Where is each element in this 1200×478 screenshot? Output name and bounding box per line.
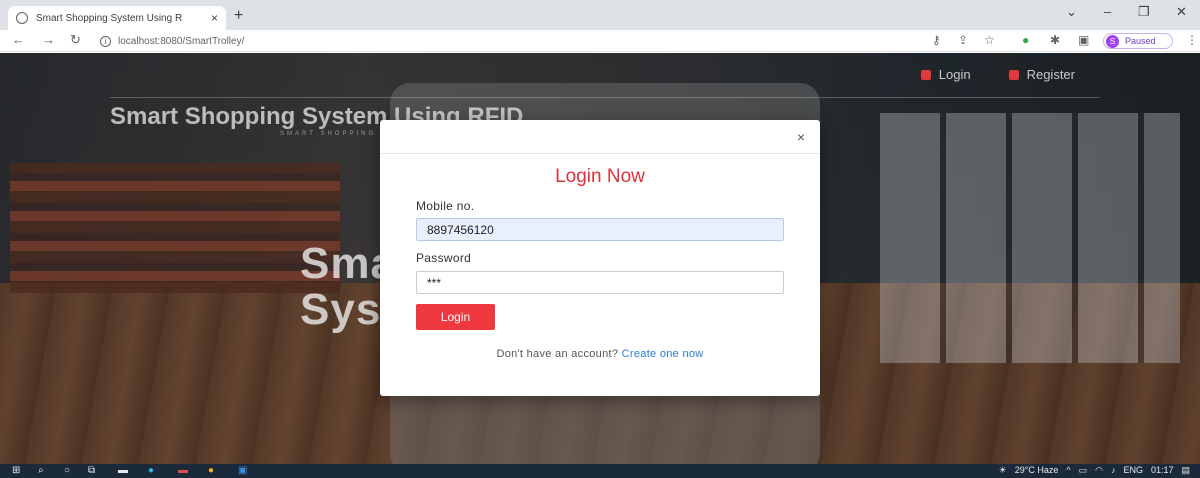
- modal-title: Login Now: [555, 166, 645, 187]
- search-icon[interactable]: ⌕: [38, 465, 44, 476]
- forward-arrow-icon[interactable]: →: [42, 32, 55, 47]
- login-modal: × Login Now Mobile no. Password Login Do…: [380, 120, 820, 396]
- edge-icon[interactable]: ●: [148, 465, 154, 476]
- profile-button[interactable]: S Paused: [1103, 33, 1173, 49]
- battery-icon[interactable]: ▭: [1079, 465, 1088, 476]
- password-input[interactable]: [416, 271, 784, 294]
- weather-text[interactable]: 29°C Haze: [1015, 465, 1059, 476]
- chrome-icon[interactable]: ●: [208, 465, 214, 476]
- store-fridge-image: [880, 113, 1180, 363]
- user-icon: [920, 69, 931, 80]
- nav-register-label: Register: [1026, 67, 1075, 82]
- signup-prompt-text: Don't have an account?: [496, 348, 619, 360]
- close-window-button[interactable]: ✕: [1176, 4, 1187, 20]
- tray-chevron-icon[interactable]: ^: [1066, 465, 1070, 476]
- modal-header: ×: [380, 120, 820, 154]
- nav-login-link[interactable]: Login: [920, 67, 971, 82]
- new-tab-button[interactable]: +: [234, 7, 243, 25]
- signup-prompt: Don't have an account? Create one now: [380, 348, 820, 360]
- clock[interactable]: 01:17: [1151, 465, 1174, 476]
- weather-icon[interactable]: ☀: [999, 465, 1007, 476]
- modal-close-button[interactable]: ×: [797, 129, 805, 145]
- site-favicon-icon: [16, 12, 28, 24]
- browser-tab[interactable]: Smart Shopping System Using R ×: [8, 6, 226, 30]
- side-panel-icon[interactable]: ▣: [1078, 33, 1089, 47]
- url-input[interactable]: i localhost:8080/SmartTrolley/: [100, 32, 900, 50]
- extension-icon[interactable]: ●: [1022, 33, 1029, 47]
- volume-icon[interactable]: ♪: [1111, 465, 1116, 476]
- profile-status: Paused: [1125, 36, 1156, 46]
- wifi-icon[interactable]: ◠: [1095, 465, 1103, 476]
- address-toolbar: ← → ↻ i localhost:8080/SmartTrolley/ ⚷ ⇪…: [0, 30, 1200, 52]
- nav-divider: [110, 97, 1100, 98]
- site-info-icon[interactable]: i: [100, 35, 111, 47]
- notifications-icon[interactable]: ▤: [1181, 465, 1190, 476]
- create-account-link[interactable]: Create one now: [622, 348, 704, 360]
- share-icon[interactable]: ⇪: [958, 33, 968, 47]
- file-explorer-icon[interactable]: ▬: [118, 465, 128, 476]
- key-icon[interactable]: ⚷: [932, 33, 941, 47]
- password-label: Password: [416, 251, 472, 265]
- cortana-icon[interactable]: ○: [64, 465, 70, 476]
- top-nav: Login Register: [920, 67, 1075, 82]
- reload-icon[interactable]: ↻: [70, 32, 81, 48]
- system-tray: ☀ 29°C Haze ^ ▭ ◠ ♪ ENG 01:17 ▤: [999, 465, 1190, 476]
- windows-start-icon[interactable]: ⊞: [12, 465, 20, 476]
- minimize-button[interactable]: –: [1104, 4, 1111, 19]
- bookmark-star-icon[interactable]: ☆: [984, 33, 995, 47]
- site-brand-subtitle: SMART SHOPPING: [280, 131, 377, 137]
- back-arrow-icon[interactable]: ←: [12, 32, 25, 47]
- tab-title: Smart Shopping System Using R: [36, 12, 183, 24]
- avatar: S: [1106, 34, 1119, 48]
- tab-close-icon[interactable]: ×: [211, 11, 218, 25]
- puzzle-extensions-icon[interactable]: ✱: [1050, 33, 1060, 47]
- restore-button[interactable]: ❐: [1138, 4, 1150, 20]
- nav-register-link[interactable]: Register: [1008, 67, 1075, 82]
- login-button[interactable]: Login: [416, 304, 495, 330]
- app-icon[interactable]: ▬: [178, 465, 188, 476]
- url-text: localhost:8080/SmartTrolley/: [118, 35, 245, 47]
- browser-menu-icon[interactable]: ⋮: [1186, 33, 1198, 47]
- tab-search-icon[interactable]: ⌄: [1066, 4, 1077, 20]
- task-view-icon[interactable]: ⧉: [88, 465, 95, 476]
- store-shelf-image: [10, 163, 340, 293]
- language-indicator[interactable]: ENG: [1123, 465, 1143, 476]
- mobile-input[interactable]: [416, 218, 784, 241]
- pencil-icon: [1008, 69, 1019, 80]
- browser-tab-strip: Smart Shopping System Using R × + ⌄ – ❐ …: [0, 0, 1200, 30]
- os-taskbar: ⊞ ⌕ ○ ⧉ ▬ ● ▬ ● ▣ ☀ 29°C Haze ^ ▭ ◠ ♪ EN…: [0, 464, 1200, 478]
- app-icon-2[interactable]: ▣: [238, 465, 247, 476]
- nav-login-label: Login: [938, 67, 971, 82]
- mobile-label: Mobile no.: [416, 199, 475, 213]
